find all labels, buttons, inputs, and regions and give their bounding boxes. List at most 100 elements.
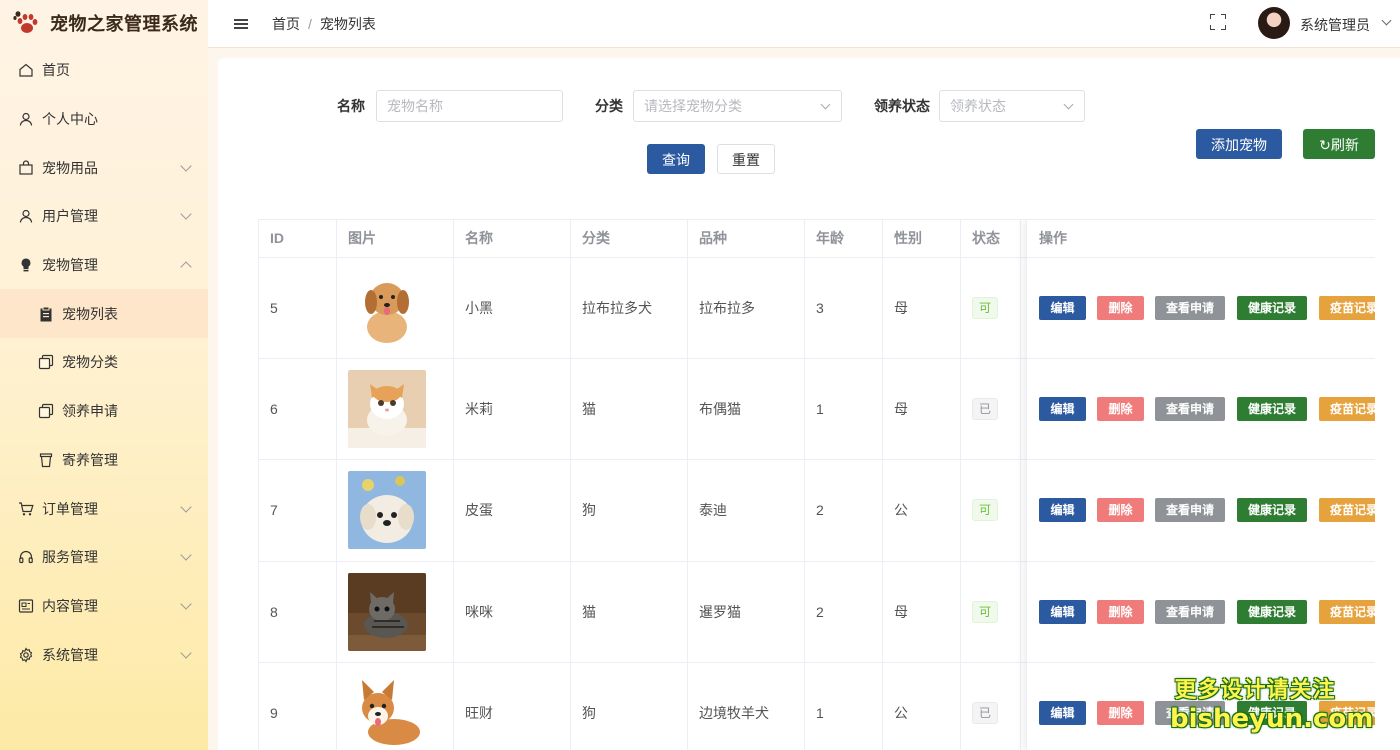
watermark: 更多设计请关注 bisheyun.com <box>1170 672 1340 734</box>
delete-button[interactable]: 删除 <box>1097 296 1144 320</box>
operations-row: 编辑删除查看申请健康记录疫苗记录 <box>1027 258 1375 359</box>
refresh-button[interactable]: ↻刷新 <box>1303 129 1375 159</box>
pet-image[interactable] <box>348 370 426 448</box>
delete-button[interactable]: 删除 <box>1097 600 1144 624</box>
category-cell: 拉布拉多犬 <box>571 258 688 358</box>
health-records-button[interactable]: 健康记录 <box>1237 600 1307 624</box>
chevron-down-icon[interactable] <box>1382 16 1392 26</box>
name-cell-text: 皮蛋 <box>465 500 493 520</box>
search-button[interactable]: 查询 <box>647 144 705 174</box>
status-cell: 可 <box>961 562 1021 662</box>
column-header: 性别 <box>883 220 961 258</box>
edit-button[interactable]: 编辑 <box>1039 296 1086 320</box>
add-pet-button[interactable]: 添加宠物 <box>1196 129 1282 159</box>
view-applications-button[interactable]: 查看申请 <box>1155 296 1225 320</box>
sidebar-item[interactable]: 宠物列表 <box>0 289 208 338</box>
menu-toggle-icon[interactable] <box>234 17 248 31</box>
view-applications-button[interactable]: 查看申请 <box>1155 498 1225 522</box>
column-header: 品种 <box>688 220 805 258</box>
vaccine-records-button[interactable]: 疫苗记录 <box>1319 600 1375 624</box>
view-applications-button[interactable]: 查看申请 <box>1155 397 1225 421</box>
gear-icon <box>18 647 34 663</box>
sidebar-item[interactable]: 内容管理 <box>0 582 208 631</box>
vaccine-records-button[interactable]: 疫苗记录 <box>1319 397 1375 421</box>
operations-row: 编辑删除查看申请健康记录疫苗记录 <box>1027 359 1375 460</box>
status-cell: 已 <box>961 359 1021 459</box>
status-cell: 可 <box>961 258 1021 358</box>
logo: 宠物之家管理系统 <box>0 0 208 46</box>
age-cell: 2 <box>805 460 883 560</box>
status-filter-label: 领养状态 <box>874 96 930 116</box>
health-records-button[interactable]: 健康记录 <box>1237 296 1307 320</box>
age-cell: 1 <box>805 663 883 750</box>
vaccine-records-button[interactable]: 疫苗记录 <box>1319 296 1375 320</box>
sidebar-item[interactable]: 宠物分类 <box>0 338 208 387</box>
adoption-status-select[interactable]: 领养状态 <box>939 90 1085 122</box>
category-filter-label: 分类 <box>595 96 623 116</box>
id-cell-text: 7 <box>270 502 278 518</box>
health-records-button[interactable]: 健康记录 <box>1237 397 1307 421</box>
id-cell: 9 <box>259 663 337 750</box>
copy-icon <box>38 403 54 419</box>
operations-row: 编辑删除查看申请健康记录疫苗记录 <box>1027 460 1375 561</box>
pet-image[interactable] <box>348 269 426 347</box>
app-title: 宠物之家管理系统 <box>50 10 198 36</box>
edit-button[interactable]: 编辑 <box>1039 600 1086 624</box>
id-cell: 7 <box>259 460 337 560</box>
chevron-up-icon <box>180 261 191 272</box>
breadcrumb-home[interactable]: 首页 <box>272 16 300 32</box>
sidebar-item[interactable]: 个人中心 <box>0 95 208 144</box>
reset-button[interactable]: 重置 <box>717 144 775 174</box>
health-records-button[interactable]: 健康记录 <box>1237 498 1307 522</box>
chevron-down-icon <box>821 100 831 110</box>
breed-cell: 拉布拉多 <box>688 258 805 358</box>
sidebar-item[interactable]: 系统管理 <box>0 630 208 679</box>
pet-image[interactable] <box>348 471 426 549</box>
pet-image[interactable] <box>348 573 426 651</box>
sidebar-item[interactable]: 寄养管理 <box>0 436 208 485</box>
edit-button[interactable]: 编辑 <box>1039 498 1086 522</box>
view-applications-button[interactable]: 查看申请 <box>1155 600 1225 624</box>
chevron-down-icon <box>180 647 191 658</box>
delete-button[interactable]: 删除 <box>1097 701 1144 725</box>
sidebar-item[interactable]: 用户管理 <box>0 192 208 241</box>
sidebar-item[interactable]: 服务管理 <box>0 533 208 582</box>
edit-button[interactable]: 编辑 <box>1039 701 1086 725</box>
name-cell-text: 咪咪 <box>465 602 493 622</box>
name-cell: 旺财 <box>454 663 571 750</box>
watermark-line2: bisheyun.com <box>1170 704 1340 734</box>
user-name[interactable]: 系统管理员 <box>1300 15 1370 35</box>
pet-image[interactable] <box>348 674 426 750</box>
vaccine-records-button[interactable]: 疫苗记录 <box>1319 498 1375 522</box>
gender-cell: 公 <box>883 663 961 750</box>
delete-button[interactable]: 删除 <box>1097 397 1144 421</box>
sidebar-item[interactable]: 订单管理 <box>0 484 208 533</box>
id-cell: 5 <box>259 258 337 358</box>
operations-row: 编辑删除查看申请健康记录疫苗记录 <box>1027 562 1375 663</box>
operations-column: 操作编辑删除查看申请健康记录疫苗记录编辑删除查看申请健康记录疫苗记录编辑删除查看… <box>1026 220 1375 750</box>
category-cell-text: 猫 <box>582 602 596 622</box>
status-cell: 可 <box>961 460 1021 560</box>
column-header: 分类 <box>571 220 688 258</box>
sidebar-item[interactable]: 首页 <box>0 46 208 95</box>
age-cell-text: 1 <box>816 401 824 417</box>
category-select[interactable]: 请选择宠物分类 <box>633 90 842 122</box>
sidebar: 宠物之家管理系统 首页个人中心宠物用品用户管理宠物管理宠物列表宠物分类领养申请寄… <box>0 0 208 750</box>
sidebar-item[interactable]: 宠物用品 <box>0 143 208 192</box>
status-badge: 已 <box>972 702 998 724</box>
sidebar-item[interactable]: 领养申请 <box>0 387 208 436</box>
age-cell-text: 1 <box>816 705 824 721</box>
sidebar-item-label: 系统管理 <box>42 645 182 665</box>
status-placeholder: 领养状态 <box>950 98 1006 114</box>
delete-button[interactable]: 删除 <box>1097 498 1144 522</box>
sidebar-item[interactable]: 宠物管理 <box>0 241 208 290</box>
edit-button[interactable]: 编辑 <box>1039 397 1086 421</box>
id-cell: 8 <box>259 562 337 662</box>
pet-name-input[interactable]: 宠物名称 <box>376 90 563 122</box>
avatar[interactable] <box>1258 7 1290 39</box>
fullscreen-icon[interactable] <box>1210 14 1226 30</box>
category-cell: 猫 <box>571 359 688 459</box>
sidebar-item-label: 服务管理 <box>42 547 182 567</box>
sidebar-item-label: 订单管理 <box>42 499 182 519</box>
sidebar-item-label: 内容管理 <box>42 596 182 616</box>
